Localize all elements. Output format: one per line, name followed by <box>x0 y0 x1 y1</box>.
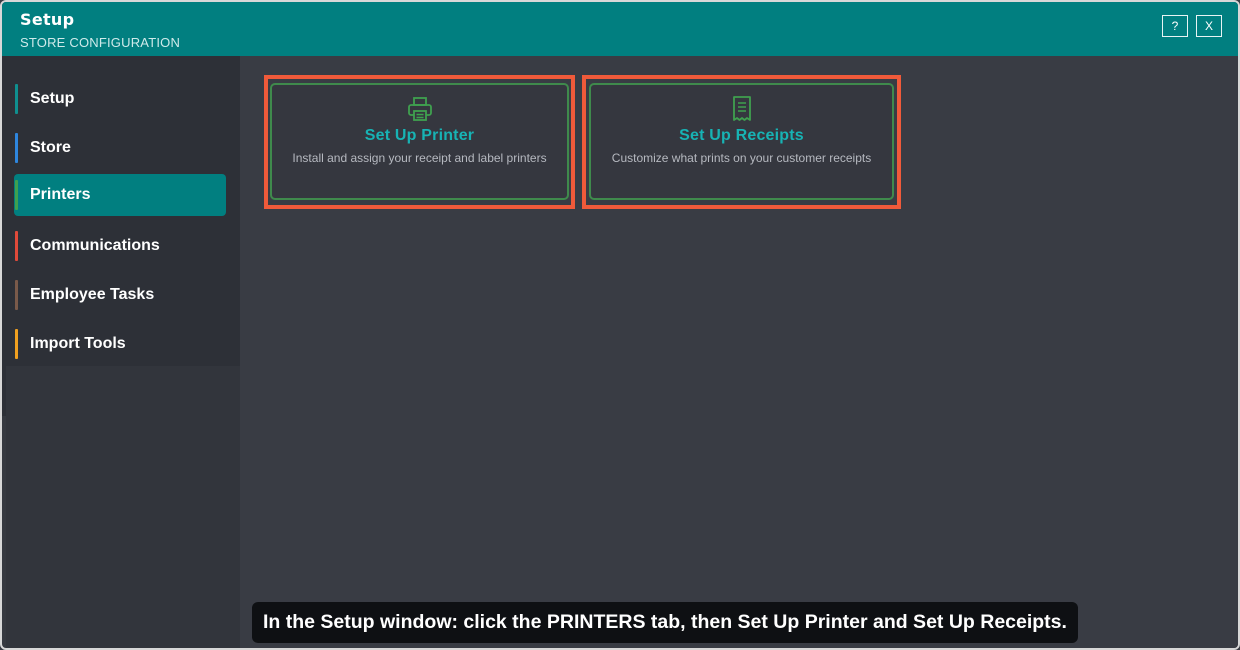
sidebar-empty-area <box>6 366 240 648</box>
sidebar-item-label: Employee Tasks <box>30 286 155 303</box>
printer-icon <box>407 97 432 121</box>
sidebar-item-store[interactable]: Store <box>14 127 226 169</box>
window-subtitle: STORE CONFIGURATION <box>20 35 181 50</box>
nav-accent-bar <box>15 329 18 359</box>
sidebar-item-import-tools[interactable]: Import Tools <box>14 323 226 365</box>
card-title: Set Up Printer <box>364 127 475 144</box>
sidebar-item-printers[interactable]: Printers <box>14 174 226 216</box>
help-button[interactable]: ? <box>1162 15 1188 37</box>
card-description: Install and assign your receipt and labe… <box>292 151 547 165</box>
nav-accent-bar <box>15 84 18 114</box>
sidebar-item-label: Store <box>30 139 71 156</box>
sidebar-item-label: Import Tools <box>30 335 126 352</box>
sidebar-item-employee-tasks[interactable]: Employee Tasks <box>14 274 226 316</box>
setup-printer-card[interactable]: Set Up Printer Install and assign your r… <box>270 83 569 200</box>
sidebar-item-label: Setup <box>30 90 75 107</box>
nav-accent-bar <box>15 133 18 163</box>
sidebar-item-communications[interactable]: Communications <box>14 225 226 267</box>
nav-accent-bar <box>15 280 18 310</box>
close-button[interactable]: X <box>1196 15 1222 37</box>
sidebar-item-setup[interactable]: Setup <box>14 78 226 120</box>
nav-accent-bar <box>15 180 18 210</box>
setup-window: Setup STORE CONFIGURATION ? X Setup Stor… <box>0 0 1240 650</box>
nav-accent-bar <box>15 231 18 261</box>
receipt-icon <box>732 96 751 121</box>
window-title: Setup <box>20 10 75 29</box>
sidebar: Setup Store Printers Communications Empl… <box>2 56 240 366</box>
title-bar: Setup STORE CONFIGURATION ? X <box>2 2 1238 56</box>
instruction-caption: In the Setup window: click the PRINTERS … <box>252 602 1078 643</box>
sidebar-item-label: Printers <box>30 186 91 203</box>
card-title: Set Up Receipts <box>679 127 804 144</box>
card-description: Customize what prints on your customer r… <box>611 151 872 165</box>
setup-receipts-card[interactable]: Set Up Receipts Customize what prints on… <box>589 83 894 200</box>
sidebar-item-label: Communications <box>30 237 160 254</box>
